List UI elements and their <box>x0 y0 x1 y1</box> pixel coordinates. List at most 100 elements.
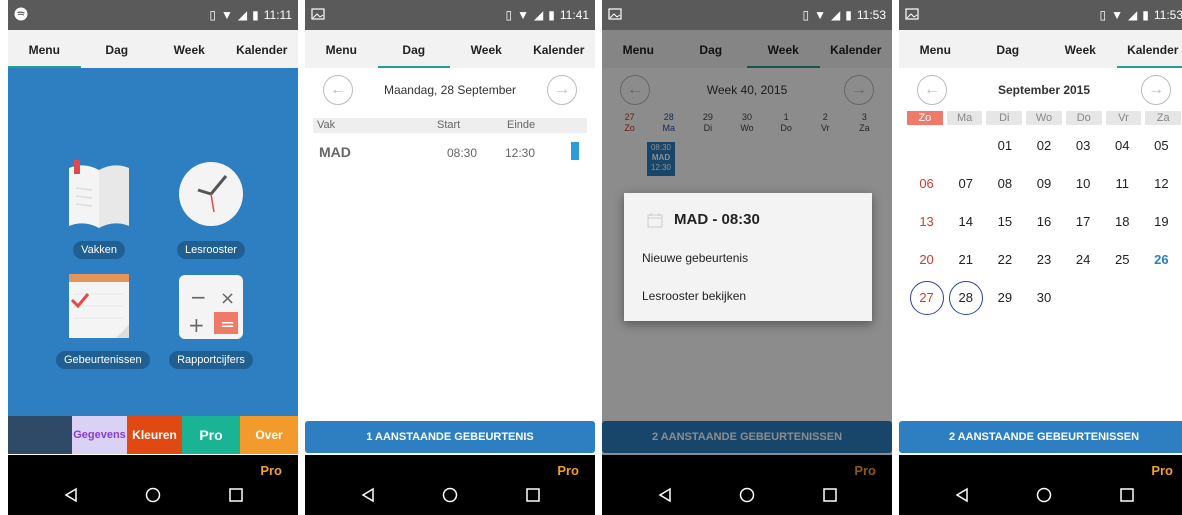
calendar-day[interactable]: 10 <box>1064 169 1103 199</box>
menu-item-gebeurtenissen[interactable]: Gebeurtenissen <box>56 272 150 369</box>
tab-dag[interactable]: Dag <box>377 30 451 68</box>
tab-bar: Menu Dag Week Kalender <box>305 30 595 68</box>
upcoming-events-button[interactable]: 2 AANSTAANDE GEBEURTENISSEN <box>899 421 1182 453</box>
calendar-day[interactable]: 24 <box>1064 245 1103 275</box>
tab-kalender[interactable]: Kalender <box>226 30 299 68</box>
arrow-right-icon[interactable]: → <box>547 75 577 105</box>
nav-bar: Pro <box>8 455 298 515</box>
tab-kalender[interactable]: Kalender <box>523 30 596 68</box>
svg-text:=: = <box>220 314 235 335</box>
tile-blank[interactable] <box>8 416 72 454</box>
tab-menu[interactable]: Menu <box>899 30 972 68</box>
calendar-day[interactable]: 02 <box>1024 131 1063 161</box>
col-vak: Vak <box>317 119 336 131</box>
calendar-day[interactable] <box>1064 283 1103 313</box>
tile-kleuren[interactable]: Kleuren <box>127 416 182 454</box>
tab-week[interactable]: Week <box>450 30 523 68</box>
calendar-day[interactable]: 21 <box>946 245 985 275</box>
upcoming-events-button[interactable]: 1 AANSTAANDE GEBEURTENIS <box>305 421 595 453</box>
calendar-day[interactable]: 22 <box>985 245 1024 275</box>
tab-bar: Menu Dag Week Kalender <box>899 30 1182 68</box>
weekday-vr: Vr <box>1105 111 1142 125</box>
battery-icon: ▮ <box>845 8 852 22</box>
back-icon[interactable] <box>657 487 673 503</box>
calendar-day[interactable]: 16 <box>1024 207 1063 237</box>
calendar-day-circled[interactable]: 27 <box>907 281 946 315</box>
calendar-day[interactable]: 06 <box>907 169 946 199</box>
tab-week[interactable]: Week <box>1044 30 1117 68</box>
calendar-day[interactable] <box>1103 283 1142 313</box>
calendar-week: 06 07 08 09 10 11 12 <box>907 169 1181 199</box>
menu-item-vakken[interactable]: Vakken <box>56 160 142 259</box>
tab-menu[interactable]: Menu <box>305 30 378 68</box>
calendar-week: 27 28 29 30 <box>907 281 1181 315</box>
tab-dag[interactable]: Dag <box>81 30 154 68</box>
dialog-option-new-event[interactable]: Nieuwe gebeurtenis <box>642 251 748 265</box>
calendar-day[interactable] <box>946 131 985 161</box>
calendar-day[interactable]: 19 <box>1142 207 1181 237</box>
calendar-day[interactable]: 09 <box>1024 169 1063 199</box>
vibrate-icon: ▯ <box>209 8 217 22</box>
home-icon[interactable] <box>145 487 161 503</box>
row-vak: MAD <box>319 144 351 160</box>
tile-over[interactable]: Over <box>240 416 298 454</box>
tab-week[interactable]: Week <box>153 30 226 68</box>
calendar-day[interactable]: 01 <box>985 131 1024 161</box>
calendar-day[interactable]: 08 <box>985 169 1024 199</box>
calendar-day-today[interactable]: 26 <box>1142 245 1181 275</box>
calendar-day[interactable]: 05 <box>1142 131 1181 161</box>
back-icon[interactable] <box>63 487 79 503</box>
image-icon <box>311 8 325 20</box>
clock-time: 11:11 <box>263 8 292 22</box>
home-icon[interactable] <box>739 487 755 503</box>
screen-week: ▯ ▼ ◢ ▮ 11:53 Menu Dag Week Kalender ← W… <box>602 0 892 515</box>
calendar-day[interactable]: 29 <box>985 283 1024 313</box>
calendar-day[interactable] <box>1142 283 1181 313</box>
calendar-day[interactable]: 13 <box>907 207 946 237</box>
menu-item-lesrooster[interactable]: Lesrooster <box>168 160 254 259</box>
arrow-right-icon[interactable]: → <box>1141 75 1171 105</box>
tile-pro[interactable]: Pro <box>182 416 240 454</box>
table-row[interactable]: MAD 08:30 12:30 <box>313 140 587 164</box>
tab-menu[interactable]: Menu <box>8 30 81 68</box>
weekday-zo: Zo <box>907 111 943 125</box>
status-bar: ▯ ▼ ◢ ▮ 11:53 <box>899 0 1182 30</box>
calendar-day[interactable]: 03 <box>1064 131 1103 161</box>
tab-kalender[interactable]: Kalender <box>1116 30 1182 68</box>
weekday-wo: Wo <box>1026 111 1062 125</box>
calendar-day[interactable]: 04 <box>1103 131 1142 161</box>
weekday-di: Di <box>986 111 1023 125</box>
weekday-za: Za <box>1145 111 1182 125</box>
home-icon[interactable] <box>442 487 458 503</box>
calendar-day[interactable]: 23 <box>1024 245 1063 275</box>
signal-icon: ◢ <box>534 8 544 22</box>
recents-icon[interactable] <box>228 487 244 503</box>
tab-dag[interactable]: Dag <box>972 30 1045 68</box>
image-icon <box>905 8 919 20</box>
calendar-day[interactable]: 30 <box>1024 283 1063 313</box>
back-icon[interactable] <box>954 487 970 503</box>
back-icon[interactable] <box>360 487 376 503</box>
tile-gegevens[interactable]: Gegevens <box>72 416 127 454</box>
image-icon <box>608 8 622 20</box>
dialog-option-view-schedule[interactable]: Lesrooster bekijken <box>642 289 746 303</box>
calendar-day[interactable]: 25 <box>1103 245 1142 275</box>
calendar-day[interactable]: 20 <box>907 245 946 275</box>
table-header: Vak Start Einde <box>313 118 587 133</box>
recents-icon[interactable] <box>822 487 838 503</box>
signal-icon: ◢ <box>1128 8 1138 22</box>
calendar-day[interactable]: 07 <box>946 169 985 199</box>
recents-icon[interactable] <box>1119 487 1135 503</box>
calendar-day[interactable]: 15 <box>985 207 1024 237</box>
calendar-day-circled[interactable]: 28 <box>946 281 985 315</box>
calendar-day[interactable]: 12 <box>1142 169 1181 199</box>
calendar-day[interactable] <box>907 131 946 161</box>
calendar-day[interactable]: 11 <box>1103 169 1142 199</box>
col-start: Start <box>437 119 461 131</box>
calendar-day[interactable]: 18 <box>1103 207 1142 237</box>
home-icon[interactable] <box>1036 487 1052 503</box>
calendar-day[interactable]: 14 <box>946 207 985 237</box>
menu-item-rapportcijfers[interactable]: − × + = Rapportcijfers <box>168 272 254 369</box>
calendar-day[interactable]: 17 <box>1064 207 1103 237</box>
recents-icon[interactable] <box>525 487 541 503</box>
